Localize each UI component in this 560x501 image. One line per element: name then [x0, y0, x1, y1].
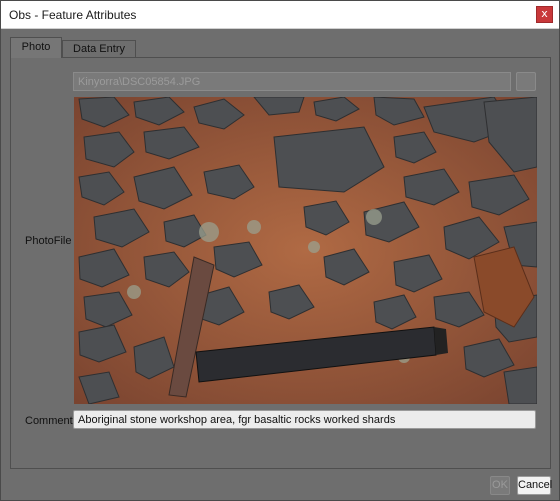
window-title: Obs - Feature Attributes — [9, 8, 137, 22]
comments-field[interactable]: Aboriginal stone workshop area, fgr basa… — [73, 410, 536, 429]
title-bar: Obs - Feature Attributes x — [1, 1, 559, 29]
photofile-label: PhotoFile — [25, 235, 72, 247]
feature-attributes-dialog: Obs - Feature Attributes x Photo Data En… — [0, 0, 560, 501]
tab-data-entry[interactable]: Data Entry — [62, 40, 136, 57]
ok-button[interactable]: OK — [490, 476, 510, 495]
browse-button[interactable] — [516, 72, 536, 91]
photo-preview — [74, 97, 537, 404]
photofile-field[interactable]: Kinyorra\DSC05854.JPG — [73, 72, 511, 91]
tab-photo[interactable]: Photo — [10, 37, 62, 58]
close-button[interactable]: x — [536, 6, 553, 23]
rock-hammer-photo — [74, 97, 537, 404]
comments-label: Comments — [25, 415, 79, 427]
cancel-button[interactable]: Cancel — [517, 476, 552, 495]
